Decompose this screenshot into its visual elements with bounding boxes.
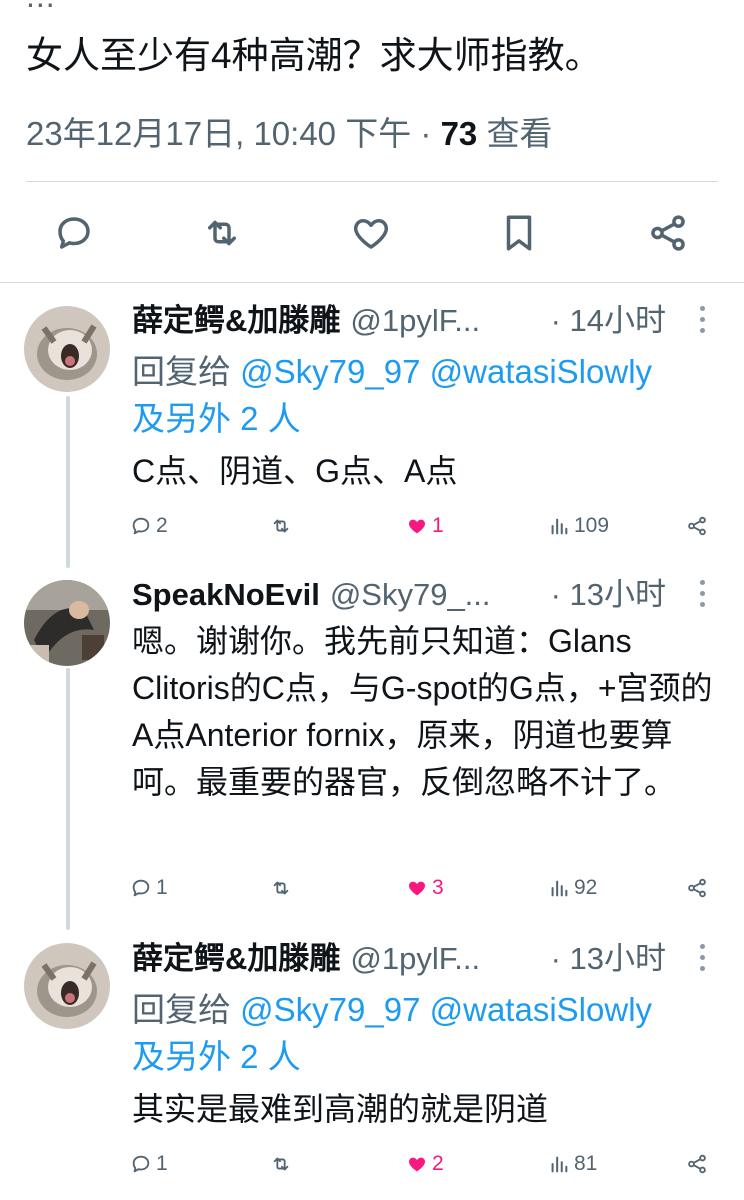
retweet-button[interactable] xyxy=(270,508,296,544)
divider xyxy=(26,181,718,182)
divider xyxy=(0,282,744,283)
reply-button[interactable]: 1 xyxy=(130,870,168,906)
like-button[interactable] xyxy=(348,210,394,256)
like-count: 3 xyxy=(432,876,444,899)
share-icon xyxy=(688,878,706,898)
post-timestamp: 23年12月17日, 10:40 下午 xyxy=(26,115,412,152)
reply-action-bar: 1 2 81 xyxy=(130,1146,720,1182)
mention-link[interactable]: @watasiSlowly xyxy=(430,353,652,390)
reply-action-bar: 2 1 109 xyxy=(130,508,720,544)
replying-to: 回复给 @Sky79_97 @watasiSlowly 及另外 2 人 xyxy=(132,348,712,442)
mention-link[interactable]: @watasiSlowly xyxy=(430,991,652,1028)
more-vertical-icon[interactable] xyxy=(696,306,708,336)
share-icon xyxy=(688,516,706,536)
reply-tweet[interactable]: 薛定鳄&加滕雕 @1pylF... · 14小时 回复给 @Sky79_97 @w… xyxy=(0,298,744,548)
reply-icon xyxy=(58,217,90,249)
post-text: 女人至少有4种高潮？求大师指教。 xyxy=(26,35,602,76)
retweet-icon xyxy=(273,519,289,533)
reply-button[interactable] xyxy=(51,210,97,256)
views-count: 92 xyxy=(574,876,598,899)
display-name[interactable]: 薛定鳄&加滕雕 xyxy=(132,941,340,976)
reply-text: C点、阴道、G点、A点 xyxy=(132,453,458,489)
like-button[interactable]: 2 xyxy=(406,1146,444,1182)
reply-text: 嗯。谢谢你。我先前只知道：Glans Clitoris的C点，与G-spot的G… xyxy=(132,623,713,800)
heart-filled-icon xyxy=(409,519,425,534)
mention-link[interactable]: @Sky79_97 xyxy=(240,353,420,390)
like-count: 1 xyxy=(432,514,444,537)
reply-button[interactable]: 1 xyxy=(130,1146,168,1182)
views-count: 109 xyxy=(574,514,610,537)
like-count: 2 xyxy=(432,1152,444,1175)
more-vertical-icon[interactable] xyxy=(696,580,708,610)
reply-icon xyxy=(132,517,150,535)
others-link[interactable]: 及另外 2 人 xyxy=(132,1038,301,1075)
retweet-button[interactable] xyxy=(199,210,245,256)
reply-action-bar: 1 3 92 xyxy=(130,870,720,906)
display-name[interactable]: 薛定鳄&加滕雕 xyxy=(132,303,340,338)
reply-header: 薛定鳄&加滕雕 @1pylF... · 13小时 xyxy=(132,936,722,982)
reply-tweet[interactable]: SpeakNoEvil @Sky79_... · 13小时 嗯。谢谢你。我先前只知… xyxy=(0,572,744,912)
share-icon xyxy=(688,1154,706,1174)
views-count: 81 xyxy=(574,1152,598,1175)
heart-filled-icon xyxy=(409,1157,425,1172)
reply-time[interactable]: · 14小时 xyxy=(551,298,666,344)
replying-label: 回复给 xyxy=(132,353,231,390)
reply-tweet[interactable]: 薛定鳄&加滕雕 @1pylF... · 13小时 回复给 @Sky79_97 @w… xyxy=(0,936,744,1186)
like-button[interactable]: 3 xyxy=(406,870,444,906)
like-button[interactable]: 1 xyxy=(406,508,444,544)
bookmark-button[interactable] xyxy=(496,210,542,256)
reply-count: 1 xyxy=(156,1152,168,1175)
retweet-icon xyxy=(208,220,236,246)
retweet-button[interactable] xyxy=(270,870,296,906)
views-button[interactable]: 81 xyxy=(548,1146,597,1182)
reply-time[interactable]: · 13小时 xyxy=(551,572,666,618)
top-partial-text: ... xyxy=(26,0,56,15)
heart-icon xyxy=(354,219,388,249)
share-button[interactable] xyxy=(686,870,712,906)
share-button[interactable] xyxy=(686,508,712,544)
reply-text: 其实是最难到高潮的就是阴道 xyxy=(132,1091,549,1127)
display-name[interactable]: SpeakNoEvil xyxy=(132,577,320,612)
retweet-icon xyxy=(273,881,289,895)
reply-header: SpeakNoEvil @Sky79_... · 13小时 xyxy=(132,572,722,618)
retweet-icon xyxy=(273,1157,289,1171)
post-meta: 23年12月17日, 10:40 下午 · 73 查看 xyxy=(26,112,552,156)
reply-icon xyxy=(132,1155,150,1173)
user-handle[interactable]: @1pylF... xyxy=(350,303,480,338)
replying-label: 回复给 xyxy=(132,991,231,1028)
views-chart-icon xyxy=(551,518,568,535)
replying-to: 回复给 @Sky79_97 @watasiSlowly 及另外 2 人 xyxy=(132,986,712,1080)
views-chart-icon xyxy=(551,1156,568,1173)
mention-link[interactable]: @Sky79_97 xyxy=(240,991,420,1028)
reply-icon xyxy=(132,879,150,897)
bookmark-icon xyxy=(506,215,532,251)
user-handle[interactable]: @1pylF... xyxy=(350,941,480,976)
share-icon xyxy=(651,215,685,251)
post-views-count[interactable]: 73 xyxy=(441,115,478,152)
reply-button[interactable]: 2 xyxy=(130,508,168,544)
heart-filled-icon xyxy=(409,881,425,896)
post-views-label[interactable]: 查看 xyxy=(486,115,552,152)
retweet-button[interactable] xyxy=(270,1146,296,1182)
views-button[interactable]: 92 xyxy=(548,870,597,906)
meta-separator: · xyxy=(420,115,432,152)
reply-count: 1 xyxy=(156,876,168,899)
reply-time[interactable]: · 13小时 xyxy=(551,936,666,982)
views-chart-icon xyxy=(551,880,568,897)
user-handle[interactable]: @Sky79_... xyxy=(330,577,491,612)
reply-count: 2 xyxy=(156,514,168,537)
more-vertical-icon[interactable] xyxy=(696,944,708,974)
post-action-bar xyxy=(0,200,744,270)
others-link[interactable]: 及另外 2 人 xyxy=(132,400,301,437)
reply-header: 薛定鳄&加滕雕 @1pylF... · 14小时 xyxy=(132,298,722,344)
share-button[interactable] xyxy=(686,1146,712,1182)
share-button[interactable] xyxy=(645,210,691,256)
views-button[interactable]: 109 xyxy=(548,508,609,544)
